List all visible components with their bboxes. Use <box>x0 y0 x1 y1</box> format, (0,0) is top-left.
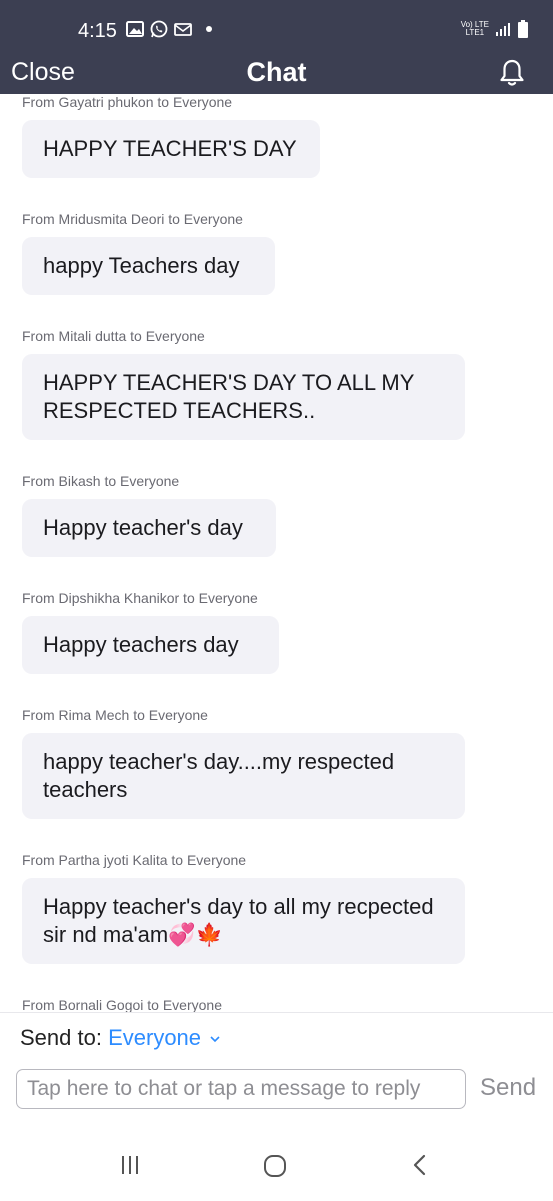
battery-icon <box>518 20 528 38</box>
message-item[interactable]: From Gayatri phukon to Everyone HAPPY TE… <box>22 94 320 178</box>
send-to-value[interactable]: Everyone <box>108 1025 201 1050</box>
message-item[interactable]: From Dipshikha Khanikor to Everyone Happ… <box>22 590 279 674</box>
message-sender: From Gayatri phukon to Everyone <box>22 94 233 110</box>
status-dot <box>206 26 212 32</box>
whatsapp-icon <box>150 20 168 38</box>
message-bubble[interactable]: Happy teacher's day to all my recpected … <box>22 878 465 964</box>
mail-icon <box>174 23 192 36</box>
message-bubble[interactable]: HAPPY TEACHER'S DAY TO ALL MY RESPECTED … <box>22 354 465 440</box>
message-item[interactable]: From Rima Mech to Everyone happy teacher… <box>22 707 465 819</box>
recent-apps-icon[interactable] <box>118 1153 142 1177</box>
message-bubble[interactable]: happy teacher's day....my respected teac… <box>22 733 465 819</box>
send-to-label: Send to: <box>20 1025 102 1050</box>
bell-icon[interactable] <box>499 58 525 88</box>
back-icon[interactable] <box>408 1153 432 1177</box>
chevron-down-icon[interactable] <box>210 1034 220 1044</box>
gallery-icon <box>126 21 144 37</box>
android-nav-bar <box>0 1137 553 1201</box>
chat-footer: Send to: Everyone Send <box>0 1012 553 1200</box>
message-bubble[interactable]: happy Teachers day <box>22 237 275 295</box>
page-title: Chat <box>246 57 307 87</box>
message-sender: From Mridusmita Deori to Everyone <box>22 211 243 227</box>
message-bubble[interactable]: HAPPY TEACHER'S DAY <box>22 120 320 178</box>
message-item[interactable]: From Mitali dutta to Everyone HAPPY TEAC… <box>22 328 465 440</box>
notification-icons <box>126 20 212 38</box>
send-button[interactable]: Send <box>480 1074 536 1102</box>
status-time: 4:15 <box>78 20 117 42</box>
message-sender: From Rima Mech to Everyone <box>22 707 208 723</box>
chat-input[interactable] <box>16 1069 466 1109</box>
message-item[interactable]: From Bornali Gogoi to Everyone <box>22 997 222 1012</box>
message-sender: From Dipshikha Khanikor to Everyone <box>22 590 258 606</box>
message-item[interactable]: From Mridusmita Deori to Everyone happy … <box>22 211 275 295</box>
status-bar: 4:15 Vo) LTE LTE1 <box>0 0 553 56</box>
message-bubble[interactable]: Happy teacher's day <box>22 499 276 557</box>
message-bubble[interactable]: Happy teachers day <box>22 616 279 674</box>
home-icon[interactable] <box>262 1153 288 1179</box>
network-indicator: Vo) LTE LTE1 <box>460 20 489 37</box>
title-row: Close Chat <box>0 56 553 92</box>
message-sender: From Bikash to Everyone <box>22 473 180 489</box>
status-right: Vo) LTE LTE1 <box>461 20 529 38</box>
message-sender: From Mitali dutta to Everyone <box>22 328 205 344</box>
message-sender: From Partha jyoti Kalita to Everyone <box>22 852 247 868</box>
message-item[interactable]: From Partha jyoti Kalita to Everyone Hap… <box>22 852 465 964</box>
message-item[interactable]: From Bikash to Everyone Happy teacher's … <box>22 473 276 557</box>
message-list[interactable]: From Gayatri phukon to Everyone HAPPY TE… <box>0 94 553 1012</box>
send-to-selector[interactable]: Send to: Everyone <box>20 1025 220 1051</box>
chat-header: 4:15 Vo) LTE LTE1 Close Chat <box>0 0 553 94</box>
signal-icon <box>496 23 510 36</box>
message-sender: From Bornali Gogoi to Everyone <box>22 997 222 1012</box>
